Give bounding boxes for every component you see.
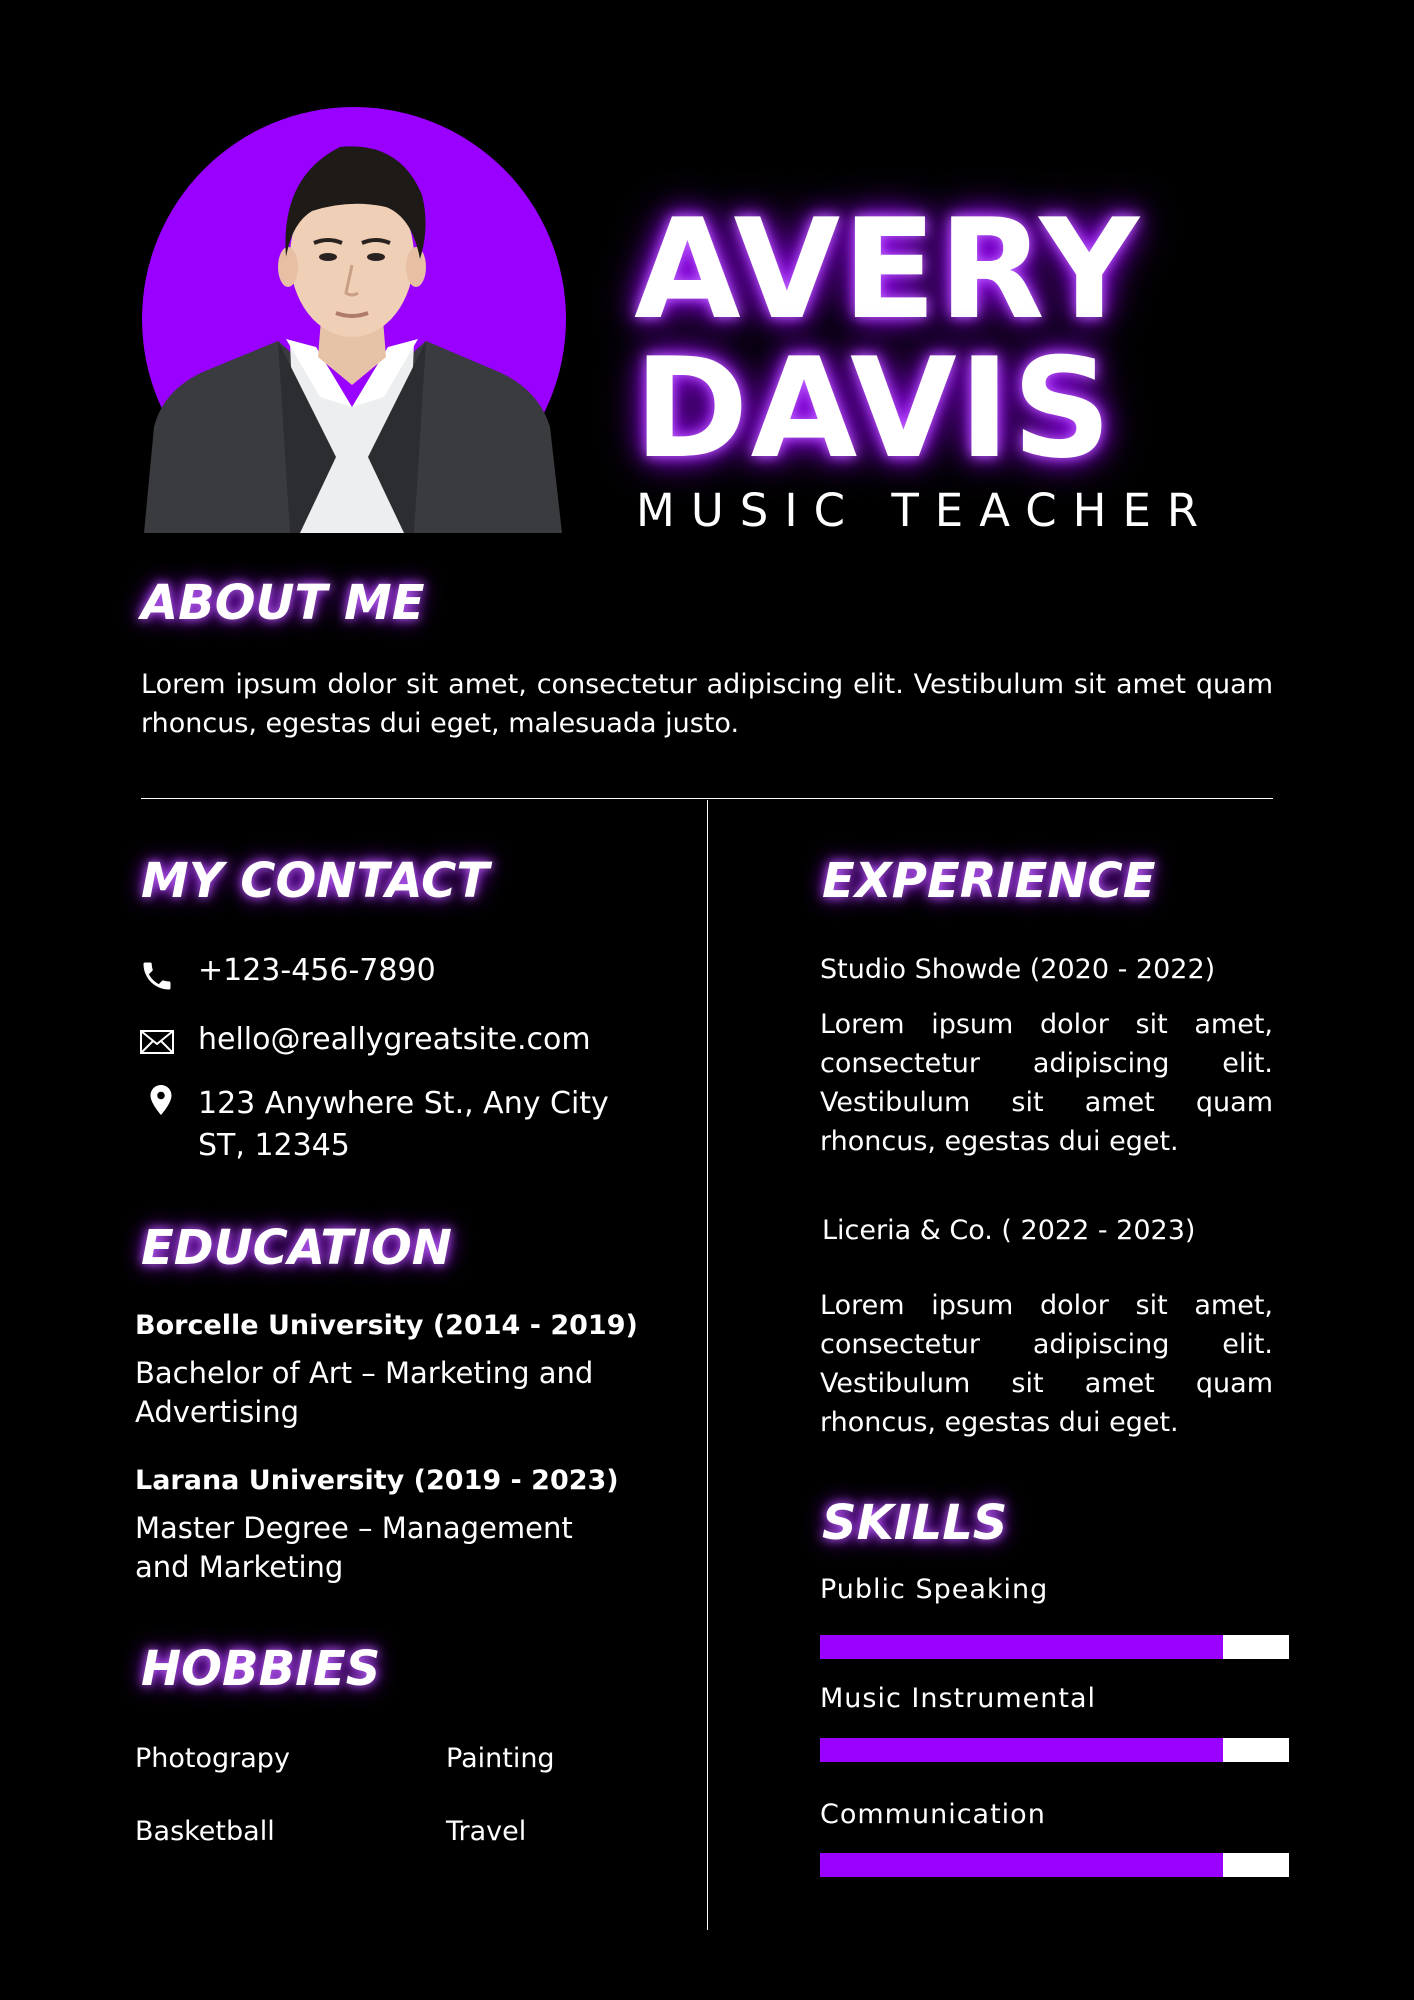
- education-school: Borcelle University (2014 - 2019): [135, 1310, 638, 1341]
- hobbies-heading: HOBBIES: [141, 1641, 381, 1697]
- phone-number[interactable]: +123-456-7890: [198, 950, 436, 992]
- horizontal-divider: [141, 798, 1273, 799]
- education-degree: Master Degree – Management and Marketing: [135, 1511, 573, 1584]
- first-name: AVERY: [634, 189, 1142, 350]
- skill-bar: [820, 1635, 1289, 1659]
- skill-bar-fill: [820, 1853, 1224, 1877]
- experience-title: Liceria & Co. ( 2022 - 2023): [822, 1215, 1196, 1246]
- email-address[interactable]: hello@reallygreatsite.com: [198, 1019, 591, 1061]
- skill-bar-fill: [820, 1635, 1224, 1659]
- experience-description: Lorem ipsum dolor sit amet, consectetur …: [820, 1009, 1273, 1157]
- last-name: DAVIS: [634, 328, 1114, 489]
- skill-bar-fill: [820, 1738, 1224, 1762]
- skill-bar: [820, 1853, 1289, 1877]
- skill-label: Music Instrumental: [820, 1683, 1097, 1714]
- profile-photo: [140, 107, 566, 533]
- hobby-item: Travel: [446, 1816, 527, 1847]
- job-title: MUSIC TEACHER: [636, 484, 1215, 537]
- person-portrait: [144, 146, 562, 533]
- mail-icon: [140, 1030, 174, 1054]
- location-pin-icon: [150, 1085, 172, 1115]
- hobby-item: Photograpy: [135, 1743, 290, 1774]
- experience-title: Studio Showde (2020 - 2022): [820, 954, 1216, 985]
- skill-label: Public Speaking: [820, 1574, 1049, 1605]
- about-text: Lorem ipsum dolor sit amet, consectetur …: [141, 669, 1273, 739]
- education-school: Larana University (2019 - 2023): [135, 1465, 619, 1496]
- phone-icon: [143, 962, 171, 990]
- contact-heading: MY CONTACT: [141, 853, 490, 909]
- skill-bar: [820, 1738, 1289, 1762]
- about-heading: ABOUT ME: [141, 575, 425, 631]
- address-line-2: ST, 12345: [198, 1128, 350, 1163]
- education-heading: EDUCATION: [141, 1220, 452, 1276]
- hobby-item: Basketball: [135, 1816, 275, 1847]
- skill-label: Communication: [820, 1799, 1046, 1830]
- education-degree: Bachelor of Art – Marketing and Advertis…: [135, 1356, 594, 1429]
- skills-heading: SKILLS: [822, 1495, 1008, 1551]
- address-line-1: 123 Anywhere St., Any City: [198, 1086, 609, 1121]
- hobby-item: Painting: [446, 1743, 555, 1774]
- experience-heading: EXPERIENCE: [822, 853, 1156, 909]
- vertical-divider: [707, 800, 708, 1930]
- experience-description: Lorem ipsum dolor sit amet, consectetur …: [820, 1290, 1273, 1438]
